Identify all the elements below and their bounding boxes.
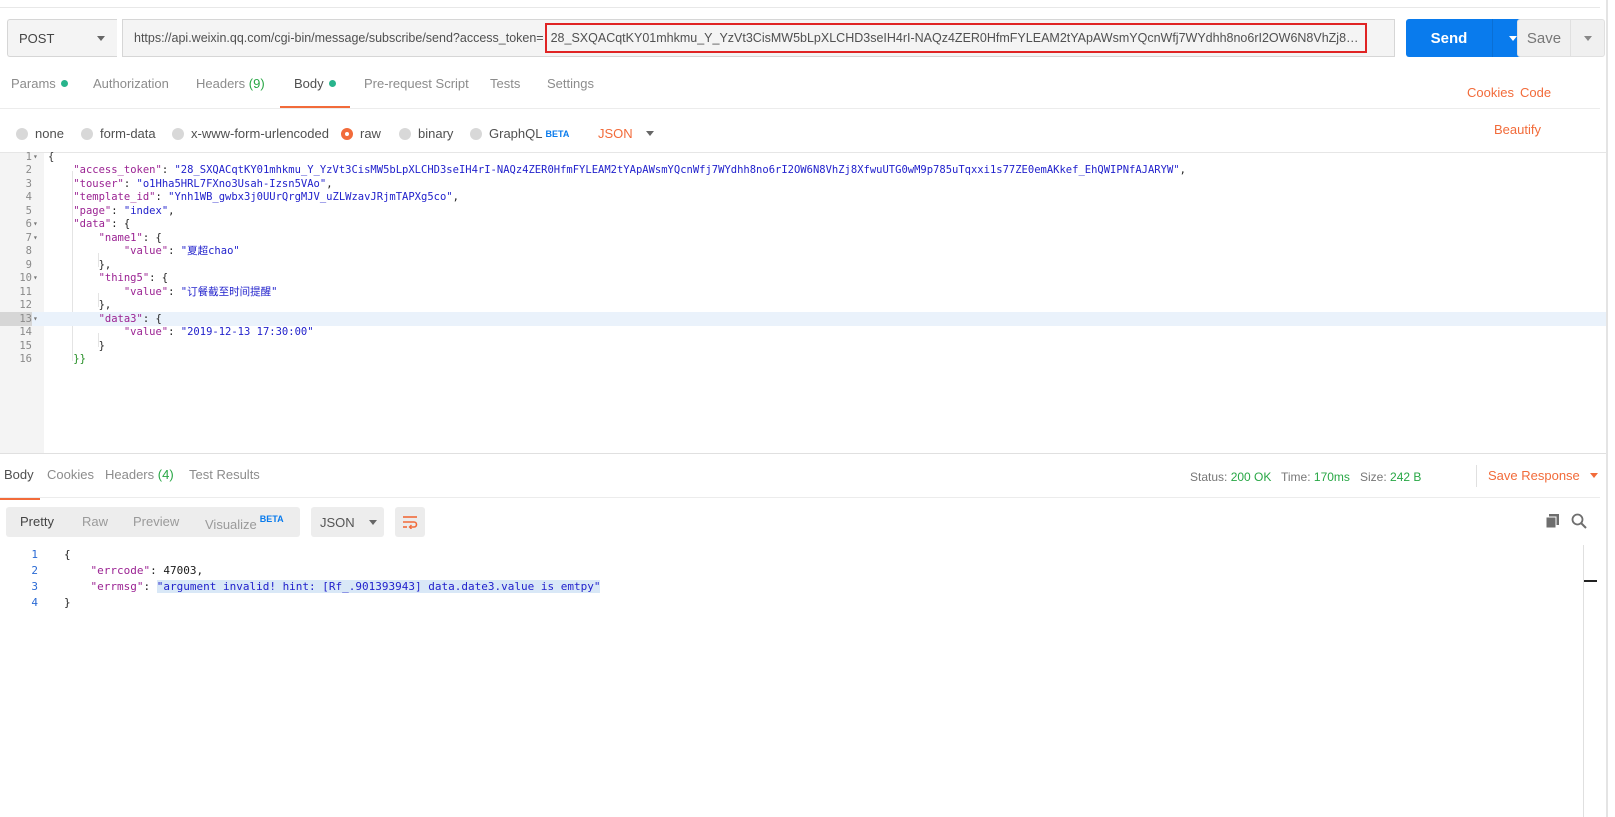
mode-graphql[interactable]: GraphQL BETA: [470, 126, 569, 141]
tab-body[interactable]: Body: [280, 76, 350, 109]
code-line: 1 ▾{: [25, 151, 55, 163]
code-line: 4 "template_id": "Ynh1WB_gwbx3j0UUrQrgMJ…: [25, 191, 459, 203]
code-line: 11 "value": "订餐截至时间提醒": [19, 286, 278, 298]
scrollbar-marker: [1584, 580, 1597, 582]
url-base: https://api.weixin.qq.com/cgi-bin/messag…: [134, 31, 544, 45]
save-options-button[interactable]: [1571, 35, 1604, 41]
code-line: 6 ▾ "data": {: [25, 218, 131, 230]
request-body-editor[interactable]: 1 ▾{ 2 "access_token": "28_SXQACqtKY01mhk…: [0, 151, 1606, 454]
chevron-down-icon: [97, 36, 105, 41]
response-tab-cookies[interactable]: Cookies: [47, 467, 94, 497]
view-pretty[interactable]: Pretty: [20, 514, 54, 529]
view-preview[interactable]: Preview: [133, 514, 179, 529]
active-dot-icon: [60, 80, 68, 87]
cookies-link[interactable]: Cookies: [1467, 85, 1514, 100]
copy-icon[interactable]: [1544, 512, 1564, 532]
code-line-active: 13 ▾ "data3": {: [0, 312, 1606, 326]
tab-params[interactable]: Params: [11, 76, 68, 106]
save-label: Save: [1526, 29, 1562, 47]
mode-binary[interactable]: binary: [399, 126, 453, 141]
radio-icon: [172, 127, 184, 140]
code-line: 12 },: [19, 299, 112, 311]
chevron-down-icon: [1589, 473, 1598, 478]
tab-pre-request-script[interactable]: Pre-request Script: [364, 76, 469, 106]
mode-raw[interactable]: raw: [341, 126, 381, 141]
code-line: 14 "value": "2019-12-13 17:30:00": [19, 326, 314, 338]
url-token-highlight: 28_SXQACqtKY01mhkmu_Y_YzVt3CisMW5bLpXLCH…: [544, 23, 1367, 53]
code-line: 2 "access_token": "28_SXQACqtKY01mhkmu_Y…: [25, 164, 1186, 176]
tab-settings[interactable]: Settings: [547, 76, 594, 106]
view-visualize[interactable]: Visualize BETA: [205, 514, 284, 532]
chevron-down-icon: [1508, 35, 1517, 41]
mode-form-data[interactable]: form-data: [81, 126, 156, 141]
send-button[interactable]: Send: [1406, 19, 1532, 57]
code-line: 3 "touser": "o1Hha5HRL7FXno3Usah-Izsn5VA…: [25, 178, 333, 190]
chevron-down-icon: [1583, 35, 1592, 41]
code-line: 8 "value": "夏超chao": [25, 245, 240, 257]
send-label: Send: [1430, 29, 1468, 47]
wrap-icon: [403, 516, 418, 529]
beta-badge: BETA: [259, 514, 284, 524]
code-line: 16 }}: [19, 353, 86, 365]
code-line: 15 }: [19, 340, 105, 352]
method-select[interactable]: POST: [7, 19, 117, 57]
view-raw[interactable]: Raw: [82, 514, 108, 529]
tab-headers[interactable]: Headers (9): [196, 76, 265, 106]
radio-icon: [399, 127, 411, 140]
radio-icon: [16, 127, 28, 140]
response-tab-body[interactable]: Body: [0, 467, 40, 500]
scrollbar[interactable]: [1583, 545, 1584, 817]
tab-tests[interactable]: Tests: [490, 76, 520, 106]
response-tab-headers[interactable]: Headers (4): [105, 467, 174, 497]
response-tab-test-results[interactable]: Test Results: [189, 467, 260, 497]
code-line: 10 ▾ "thing5": {: [19, 272, 169, 284]
save-response-button[interactable]: Save Response: [1488, 468, 1598, 483]
save-button[interactable]: Save: [1517, 19, 1605, 57]
chevron-down-icon: [368, 519, 377, 525]
top-divider: [0, 7, 1600, 8]
code-line: 9 },: [25, 259, 112, 271]
code-line: 5 "page": "index",: [25, 205, 175, 217]
code-link[interactable]: Code: [1520, 85, 1551, 100]
radio-icon: [470, 127, 482, 140]
mode-none[interactable]: none: [16, 126, 64, 141]
radio-selected-icon: [341, 127, 353, 140]
active-dot-icon: [328, 80, 336, 87]
tab-authorization[interactable]: Authorization: [93, 76, 169, 106]
time-readout: Time: 170ms: [1281, 470, 1350, 484]
beta-badge: BETA: [545, 128, 570, 139]
url-input[interactable]: https://api.weixin.qq.com/cgi-bin/messag…: [122, 19, 1395, 57]
body-format-select[interactable]: JSON: [598, 126, 654, 141]
request-tabs: Params Authorization Headers (9) Body Pr…: [0, 76, 1600, 109]
method-label: POST: [19, 30, 55, 46]
mode-urlencoded[interactable]: x-www-form-urlencoded: [172, 126, 329, 141]
beautify-link[interactable]: Beautify: [1494, 122, 1541, 137]
chevron-down-icon: [645, 131, 654, 136]
response-format-select[interactable]: JSON: [311, 507, 384, 537]
code-line: 7 ▾ "name1": {: [25, 232, 162, 244]
radio-icon: [81, 127, 93, 140]
size-readout: Size: 242 B: [1360, 470, 1422, 484]
status-readout: Status: 200 OK: [1190, 470, 1272, 484]
search-icon[interactable]: [1570, 512, 1590, 532]
response-view-switch: Pretty Raw Preview Visualize BETA: [6, 507, 300, 537]
wrap-lines-button[interactable]: [395, 507, 425, 537]
